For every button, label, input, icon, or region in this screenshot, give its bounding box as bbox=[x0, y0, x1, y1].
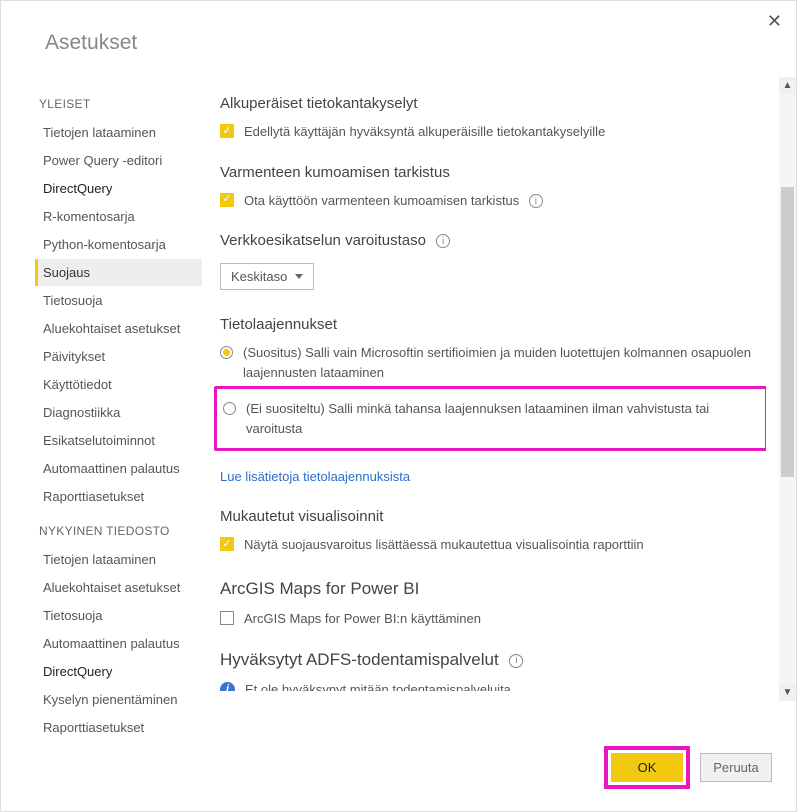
dropdown-value: Keskitaso bbox=[231, 269, 287, 284]
scroll-up-icon[interactable]: ▲ bbox=[779, 77, 796, 94]
checkbox-icon[interactable] bbox=[220, 611, 234, 625]
nav-data-load[interactable]: Tietojen lataaminen bbox=[35, 119, 202, 146]
nav-preview[interactable]: Esikatselutoiminnot bbox=[35, 427, 202, 454]
cb-label: ArcGIS Maps for Power BI:n käyttäminen bbox=[244, 609, 481, 629]
cb-label: Näytä suojausvaroitus lisättäessä mukaut… bbox=[244, 535, 644, 555]
row-ext-not-recommended[interactable]: (Ei suositeltu) Salli minkä tahansa laaj… bbox=[223, 399, 759, 438]
cb-label: Ota käyttöön varmenteen kumoamisen tarki… bbox=[244, 191, 543, 211]
radio-icon[interactable] bbox=[223, 402, 236, 415]
highlight-ok: OK bbox=[604, 746, 690, 789]
section-cert-revocation: Varmenteen kumoamisen tarkistus bbox=[220, 164, 762, 181]
ok-button[interactable]: OK bbox=[611, 753, 683, 782]
row-adfs-info: i Et ole hyväksynyt mitään todentamispal… bbox=[220, 680, 762, 691]
scrollbar-thumb[interactable] bbox=[781, 187, 794, 477]
content-wrap: Alkuperäiset tietokantakyselyt ✓ Edellyt… bbox=[206, 71, 796, 761]
info-icon[interactable]: i bbox=[509, 654, 523, 668]
info-icon: i bbox=[220, 682, 235, 691]
section-adfs: Hyväksytyt ADFS-todentamispalvelut i bbox=[220, 650, 762, 670]
nav-cf-autorecovery[interactable]: Automaattinen palautus bbox=[35, 630, 202, 657]
radio-label: (Ei suositeltu) Salli minkä tahansa laaj… bbox=[246, 399, 759, 438]
nav-cf-report-settings[interactable]: Raporttiasetukset bbox=[35, 714, 202, 741]
checkbox-icon[interactable]: ✓ bbox=[220, 537, 234, 551]
info-icon[interactable]: i bbox=[529, 194, 543, 208]
row-cert-revocation-cb[interactable]: ✓ Ota käyttöön varmenteen kumoamisen tar… bbox=[220, 191, 762, 211]
checkbox-icon[interactable]: ✓ bbox=[220, 124, 234, 138]
section-native-queries: Alkuperäiset tietokantakyselyt bbox=[220, 95, 762, 112]
dropdown-warning-level[interactable]: Keskitaso bbox=[220, 263, 314, 290]
footer: OK Peruuta bbox=[604, 746, 772, 789]
sidebar-section-global: YLEISET bbox=[39, 97, 202, 111]
scroll-down-icon[interactable]: ▼ bbox=[779, 684, 796, 701]
scrollbar[interactable]: ▲ ▼ bbox=[779, 77, 796, 701]
settings-dialog: ✕ Asetukset YLEISET Tietojen lataaminen … bbox=[0, 0, 797, 812]
row-arcgis-cb[interactable]: ArcGIS Maps for Power BI:n käyttäminen bbox=[220, 609, 762, 629]
cancel-button[interactable]: Peruuta bbox=[700, 753, 772, 782]
highlight-not-recommended: (Ei suositeltu) Salli minkä tahansa laaj… bbox=[214, 386, 766, 451]
nav-usage[interactable]: Käyttötiedot bbox=[35, 371, 202, 398]
nav-updates[interactable]: Päivitykset bbox=[35, 343, 202, 370]
nav-directquery[interactable]: DirectQuery bbox=[35, 175, 202, 202]
section-data-extensions: Tietolaajennukset bbox=[220, 316, 762, 333]
radio-icon[interactable] bbox=[220, 346, 233, 359]
nav-report-settings[interactable]: Raporttiasetukset bbox=[35, 483, 202, 510]
checkbox-icon[interactable]: ✓ bbox=[220, 193, 234, 207]
row-native-queries-cb[interactable]: ✓ Edellytä käyttäjän hyväksyntä alkuperä… bbox=[220, 122, 762, 142]
nav-autorecovery[interactable]: Automaattinen palautus bbox=[35, 455, 202, 482]
nav-power-query[interactable]: Power Query -editori bbox=[35, 147, 202, 174]
nav-cf-privacy[interactable]: Tietosuoja bbox=[35, 602, 202, 629]
nav-r-script[interactable]: R-komentosarja bbox=[35, 203, 202, 230]
section-custom-visuals: Mukautetut visualisoinnit bbox=[220, 508, 762, 525]
nav-regional[interactable]: Aluekohtaiset asetukset bbox=[35, 315, 202, 342]
info-icon[interactable]: i bbox=[436, 234, 450, 248]
content: Alkuperäiset tietokantakyselyt ✓ Edellyt… bbox=[206, 71, 766, 691]
nav-cf-query-reduction[interactable]: Kyselyn pienentäminen bbox=[35, 686, 202, 713]
adfs-text: Et ole hyväksynyt mitään todentamispalve… bbox=[245, 680, 511, 691]
sidebar-section-current: NYKYINEN TIEDOSTO bbox=[39, 524, 202, 538]
dialog-body: YLEISET Tietojen lataaminen Power Query … bbox=[1, 71, 796, 761]
nav-python-script[interactable]: Python-komentosarja bbox=[35, 231, 202, 258]
nav-security[interactable]: Suojaus bbox=[35, 259, 202, 286]
sidebar: YLEISET Tietojen lataaminen Power Query … bbox=[1, 71, 206, 761]
close-icon[interactable]: ✕ bbox=[767, 11, 782, 32]
radio-label: (Suositus) Salli vain Microsoftin sertif… bbox=[243, 343, 762, 382]
chevron-down-icon bbox=[295, 274, 303, 279]
dialog-title: Asetukset bbox=[1, 1, 796, 71]
nav-cf-regional[interactable]: Aluekohtaiset asetukset bbox=[35, 574, 202, 601]
section-arcgis: ArcGIS Maps for Power BI bbox=[220, 579, 762, 599]
nav-diagnostics[interactable]: Diagnostiikka bbox=[35, 399, 202, 426]
nav-privacy[interactable]: Tietosuoja bbox=[35, 287, 202, 314]
section-web-preview: Verkkoesikatselun varoitustaso i bbox=[220, 232, 762, 249]
nav-cf-data-load[interactable]: Tietojen lataaminen bbox=[35, 546, 202, 573]
row-ext-recommended[interactable]: (Suositus) Salli vain Microsoftin sertif… bbox=[220, 343, 762, 382]
link-learn-more-extensions[interactable]: Lue lisätietoja tietolaajennuksista bbox=[220, 469, 410, 484]
cb-label: Edellytä käyttäjän hyväksyntä alkuperäis… bbox=[244, 122, 605, 142]
row-custom-visuals-cb[interactable]: ✓ Näytä suojausvaroitus lisättäessä muka… bbox=[220, 535, 762, 555]
nav-cf-directquery[interactable]: DirectQuery bbox=[35, 658, 202, 685]
